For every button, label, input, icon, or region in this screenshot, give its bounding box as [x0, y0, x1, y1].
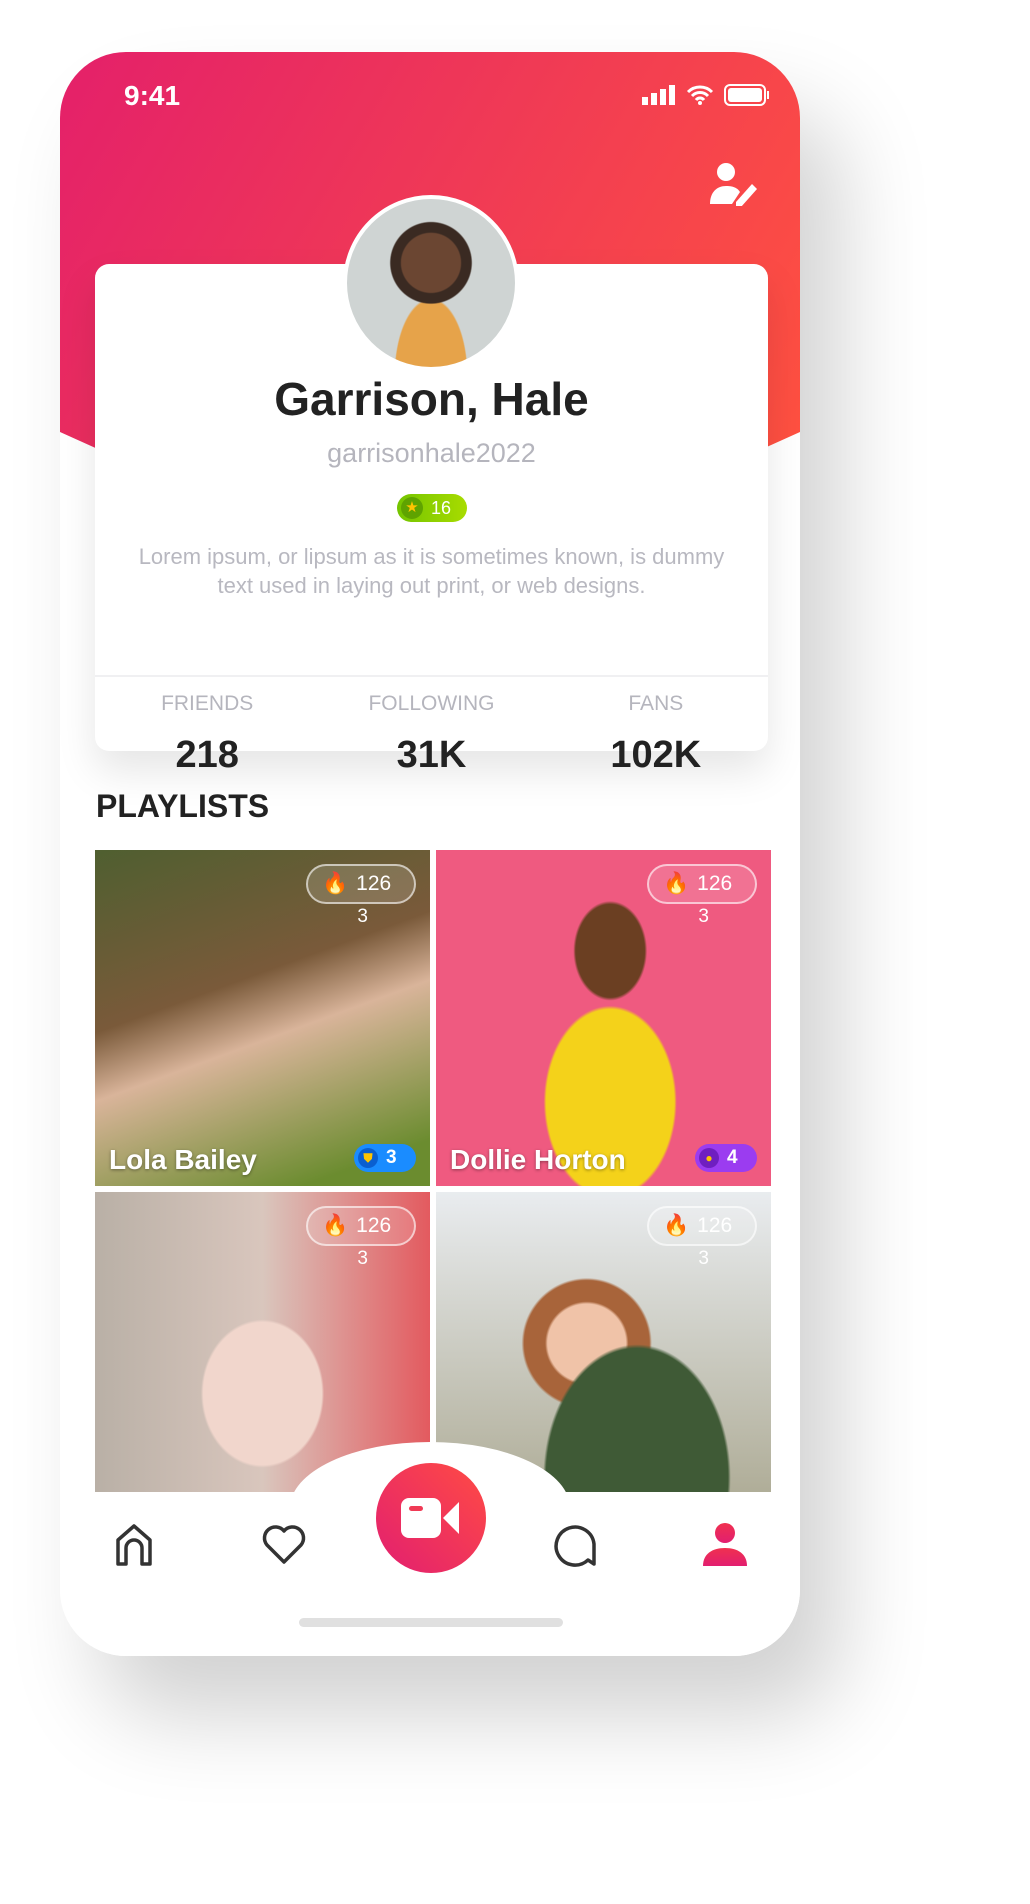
- fire-icon: 🔥: [322, 872, 349, 895]
- profile-bio: Lorem ipsum, or lipsum as it is sometime…: [138, 544, 725, 598]
- home-icon[interactable]: [110, 1520, 158, 1568]
- stat-label: FANS: [628, 692, 684, 715]
- fire-badge: 🔥 126: [306, 864, 416, 904]
- fire-count: 126: [697, 1214, 733, 1237]
- level-value: 16: [431, 497, 452, 518]
- stat-value: 31K: [396, 734, 467, 776]
- record-video-button[interactable]: [376, 1463, 486, 1573]
- fire-count: 126: [356, 1214, 392, 1237]
- fire-badge: 🔥 126: [306, 1206, 416, 1246]
- phone-screen: 9:41 Garrison, Hale garrisonhale2022 ★ 16…: [60, 52, 800, 1656]
- shield-icon: ⛊: [358, 1148, 378, 1168]
- fire-icon: 🔥: [322, 1214, 349, 1237]
- playlist-tile[interactable]: 🔥 126 3 Dollie Horton ● 4: [436, 850, 771, 1186]
- fire-icon: 🔥: [663, 872, 690, 895]
- video-camera-icon: [401, 1498, 459, 1538]
- fire-badge: 🔥 126: [647, 864, 757, 904]
- sub-count: 3: [698, 1248, 709, 1269]
- fire-count: 126: [697, 872, 733, 895]
- status-time: 9:41: [124, 80, 181, 111]
- signal-icon: [642, 85, 675, 105]
- star-icon: ★: [401, 497, 423, 519]
- profile-stats: FRIENDS 218 FOLLOWING 31K FANS 102K: [95, 692, 768, 777]
- stat-friends[interactable]: FRIENDS 218: [95, 692, 319, 777]
- home-indicator[interactable]: [299, 1618, 563, 1627]
- wifi-icon: [686, 85, 714, 105]
- status-icons: [642, 84, 770, 106]
- battery-icon: [724, 84, 769, 106]
- profile-icon[interactable]: [701, 1520, 749, 1568]
- profile-username: garrisonhale2022: [327, 438, 536, 468]
- sub-count: 3: [698, 906, 709, 927]
- level-badge: ★ 16: [397, 494, 467, 522]
- fire-count: 126: [356, 872, 392, 895]
- playlists-title: PLAYLISTS: [96, 788, 270, 824]
- tile-name: Dollie Horton: [450, 1144, 626, 1175]
- fire-icon: 🔥: [663, 1214, 690, 1237]
- playlist-tile[interactable]: 🔥 126 3 Lola Bailey ⛊ 3: [95, 850, 430, 1186]
- avatar[interactable]: [343, 195, 519, 371]
- profile-name: Garrison, Hale: [274, 373, 589, 425]
- tile-name: Lola Bailey: [109, 1144, 257, 1175]
- stat-label: FOLLOWING: [368, 692, 495, 715]
- playlist-grid: 🔥 126 3 Lola Bailey ⛊ 3 🔥 126 3 Dollie Hort…: [95, 850, 771, 1528]
- paw-badge: ● 4: [695, 1144, 757, 1172]
- shield-badge: ⛊ 3: [354, 1144, 416, 1172]
- sub-count: 3: [357, 1248, 368, 1269]
- fire-badge: 🔥 126: [647, 1206, 757, 1246]
- chat-icon[interactable]: [552, 1520, 600, 1568]
- edit-profile-icon[interactable]: [708, 162, 758, 206]
- badge-count: 3: [386, 1147, 397, 1168]
- stat-label: FRIENDS: [161, 692, 254, 715]
- stat-value: 102K: [610, 734, 702, 776]
- badge-count: 4: [727, 1147, 738, 1168]
- paw-icon: ●: [699, 1148, 719, 1168]
- stat-value: 218: [175, 734, 239, 776]
- stat-fans[interactable]: FANS 102K: [544, 692, 768, 777]
- heart-icon[interactable]: [260, 1520, 308, 1568]
- divider: [95, 675, 768, 677]
- stat-following[interactable]: FOLLOWING 31K: [319, 692, 543, 777]
- sub-count: 3: [357, 906, 368, 927]
